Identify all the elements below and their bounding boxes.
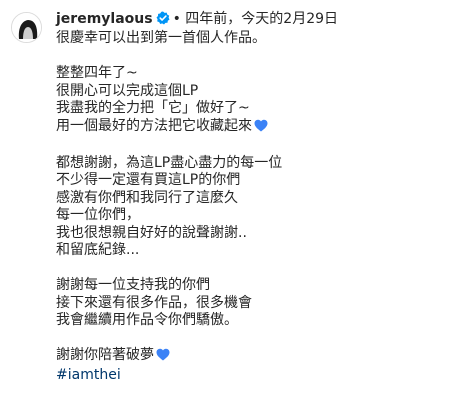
caption-line: 我也很想親自好好的說聲謝謝.. [56, 224, 247, 241]
separator-dot: • [172, 11, 181, 27]
post-time[interactable]: 四年前 [185, 11, 227, 27]
caption-header: jeremylaous • 四年前，今天的2月29日 [56, 10, 446, 30]
caption-line: 謝謝你陪著破夢 [56, 347, 446, 367]
caption-suffix: ，今天的2月29日 [227, 11, 339, 27]
caption-text: 很慶幸可以出到第一首個人作品。 整整四年了~ 很開心可以完成這個LP 我盡我的全… [56, 30, 446, 384]
hashtag-link[interactable]: #iamthei [56, 367, 446, 385]
caption-line: 都想謝謝，為這LP盡心盡力的每一位 [56, 154, 283, 171]
caption-line: 用一個最好的方法把它收藏起來 [56, 118, 446, 138]
avatar[interactable] [11, 12, 42, 43]
caption-line: 我會繼續用作品令你們驕傲。 [56, 312, 238, 328]
caption-line: 感激有你們和我同行了這麼久 [56, 189, 238, 206]
caption-line: 整整四年了~ [56, 65, 138, 81]
verified-badge-icon [156, 11, 170, 30]
caption-line-text: 用一個最好的方法把它收藏起來 [56, 117, 252, 134]
caption-line: 很開心可以完成這個LP [56, 82, 199, 99]
avatar-image-icon [12, 13, 41, 42]
caption-line: 不少得一定還有買這LP的你們 [56, 172, 241, 188]
caption-line: 謝謝每一位支持我的你們 [56, 277, 210, 293]
post-caption-block: jeremylaous • 四年前，今天的2月29日 很慶幸可以出到第一首個人作品… [56, 10, 446, 384]
caption-line: 和留底紀錄... [56, 242, 140, 258]
caption-line: 很慶幸可以出到第一首個人作品。 [56, 30, 266, 46]
caption-line: 接下來還有很多作品，很多機會 [56, 294, 252, 311]
caption-line: 我盡我的全力把「它」做好了~ [56, 100, 250, 116]
caption-line: 每一位你們， [56, 207, 140, 223]
blue-heart-icon [156, 348, 170, 367]
blue-heart-icon [254, 119, 268, 138]
caption-line-text: 謝謝你陪著破夢 [56, 347, 154, 363]
username-link[interactable]: jeremylaous [56, 11, 153, 27]
